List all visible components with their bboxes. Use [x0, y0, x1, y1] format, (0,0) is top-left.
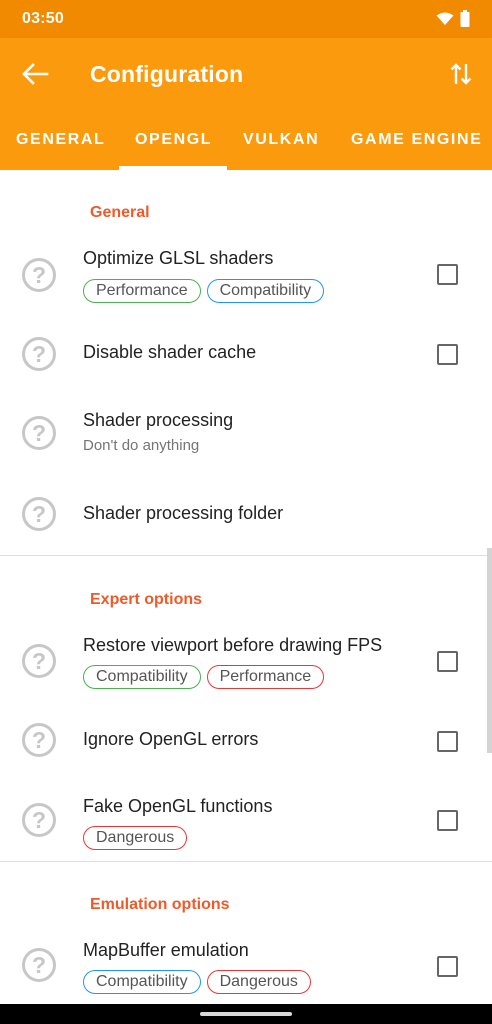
- battery-icon: [460, 10, 470, 27]
- help-icon[interactable]: ?: [22, 258, 56, 292]
- home-handle[interactable]: [200, 1012, 292, 1016]
- wifi-icon: [436, 12, 454, 25]
- section-divider: [0, 555, 492, 556]
- checkbox[interactable]: [437, 731, 458, 752]
- setting-optimize-glsl-shaders[interactable]: ? Optimize GLSL shaders Performance Comp…: [0, 236, 492, 316]
- setting-title: Restore viewport before drawing FPS: [83, 635, 383, 655]
- checkbox[interactable]: [437, 264, 458, 285]
- section-title-expert-options: Expert options: [90, 591, 203, 608]
- tab-bar: GENERAL OPENGL VULKAN GAME ENGINE: [0, 110, 492, 170]
- navigation-bar: [0, 1004, 492, 1024]
- tag-compatibility: Compatibility: [83, 970, 201, 994]
- setting-title: MapBuffer emulation: [83, 940, 249, 960]
- setting-title: Ignore OpenGL errors: [83, 729, 259, 749]
- help-icon[interactable]: ?: [22, 497, 56, 531]
- app-bar: Configuration: [0, 38, 492, 110]
- setting-title: Shader processing folder: [83, 503, 284, 523]
- status-icons: [436, 10, 470, 27]
- setting-shader-processing-folder[interactable]: ? Shader processing folder: [0, 474, 492, 554]
- page-title: Configuration: [90, 61, 244, 87]
- help-icon[interactable]: ?: [22, 644, 56, 678]
- setting-mapbuffer-emulation[interactable]: ? MapBuffer emulation Compatibility Dang…: [0, 928, 492, 1004]
- checkbox[interactable]: [437, 956, 458, 977]
- section-divider: [0, 861, 492, 862]
- setting-disable-shader-cache[interactable]: ? Disable shader cache: [0, 316, 492, 392]
- help-icon[interactable]: ?: [22, 948, 56, 982]
- swap-vertical-icon[interactable]: [448, 60, 474, 88]
- tag-list: Compatibility Performance: [83, 665, 325, 689]
- section-title-general: General: [90, 204, 150, 221]
- scrollbar[interactable]: [487, 548, 492, 753]
- tab-opengl[interactable]: OPENGL: [135, 110, 212, 170]
- tag-dangerous: Dangerous: [83, 826, 188, 850]
- setting-ignore-opengl-errors[interactable]: ? Ignore OpenGL errors: [0, 702, 492, 778]
- tag-list: Dangerous: [83, 826, 188, 850]
- tab-general[interactable]: GENERAL: [16, 110, 105, 170]
- help-icon[interactable]: ?: [22, 723, 56, 757]
- tag-list: Compatibility Dangerous: [83, 970, 311, 994]
- setting-restore-viewport[interactable]: ? Restore viewport before drawing FPS Co…: [0, 622, 492, 702]
- tag-performance: Performance: [83, 279, 201, 303]
- setting-title: Optimize GLSL shaders: [83, 248, 274, 268]
- help-icon[interactable]: ?: [22, 416, 56, 450]
- checkbox[interactable]: [437, 344, 458, 365]
- status-time: 03:50: [22, 10, 64, 27]
- arrow-back-icon[interactable]: [20, 60, 50, 88]
- help-icon[interactable]: ?: [22, 803, 56, 837]
- tab-game-engine[interactable]: GAME ENGINE: [351, 110, 482, 170]
- settings-list[interactable]: General ? Optimize GLSL shaders Performa…: [0, 170, 492, 1004]
- setting-fake-opengl-functions[interactable]: ? Fake OpenGL functions Dangerous: [0, 778, 492, 860]
- tag-dangerous: Dangerous: [206, 970, 311, 994]
- tag-compatibility: Compatibility: [206, 279, 325, 303]
- status-bar: 03:50: [0, 0, 492, 38]
- tag-list: Performance Compatibility: [83, 279, 325, 303]
- setting-title: Shader processing: [83, 410, 234, 430]
- tag-compatibility: Compatibility: [83, 665, 201, 689]
- setting-title: Fake OpenGL functions: [83, 796, 273, 816]
- checkbox[interactable]: [437, 810, 458, 831]
- help-icon[interactable]: ?: [22, 337, 56, 371]
- setting-shader-processing[interactable]: ? Shader processing Don't do anything: [0, 392, 492, 474]
- tag-performance: Performance: [206, 665, 325, 689]
- tab-vulkan[interactable]: VULKAN: [243, 110, 319, 170]
- checkbox[interactable]: [437, 651, 458, 672]
- section-title-emulation-options: Emulation options: [90, 896, 230, 913]
- setting-value: Don't do anything: [83, 437, 200, 454]
- setting-title: Disable shader cache: [83, 342, 257, 362]
